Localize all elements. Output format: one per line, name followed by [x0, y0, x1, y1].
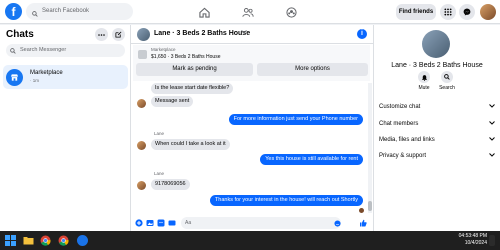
chat-item-name: Marketplace [30, 70, 63, 76]
find-friends-button[interactable]: Find friends [396, 4, 436, 20]
search-icon [10, 47, 16, 60]
details-name: Lane · 3 Beds 2 Baths House [391, 62, 483, 69]
media-files-links-label: Media, files and links [379, 137, 435, 143]
messenger-search-placeholder: Search Messenger [20, 47, 67, 53]
chevron-down-icon [489, 137, 495, 143]
listing-thumbnail[interactable] [138, 50, 147, 59]
search-icon [441, 71, 453, 83]
conversation-title[interactable]: Lane · 3 Beds 2 Baths House [154, 30, 250, 37]
plus-icon[interactable] [135, 219, 143, 227]
privacy-support-label: Privacy & support [379, 153, 427, 159]
windows-start-icon[interactable] [5, 235, 16, 246]
sticker-icon[interactable] [157, 219, 165, 227]
message-sender: Lane [154, 131, 165, 136]
profile-avatar[interactable] [480, 4, 496, 20]
emoji-icon[interactable] [333, 219, 341, 227]
mute-button[interactable]: Mute [413, 71, 435, 91]
more-options-button[interactable]: More options [257, 63, 368, 76]
marketplace-icon [6, 69, 23, 86]
groups-icon[interactable] [283, 4, 299, 20]
details-avatar[interactable] [422, 30, 450, 58]
listing-source: Marketplace [151, 47, 176, 52]
message-outgoing: Thanks for your interest in the house! w… [209, 195, 363, 206]
conversation-scrollbar[interactable] [368, 83, 372, 213]
clock-time: 04:53:48 PM [458, 233, 487, 239]
mute-label: Mute [418, 85, 430, 91]
more-options-icon[interactable] [95, 28, 108, 41]
image-icon[interactable] [146, 219, 154, 227]
system-clock[interactable]: 04:53:48 PM 10/4/2024 [447, 233, 487, 247]
app-icon[interactable] [77, 235, 88, 246]
message-outgoing: Yes this house is still available for re… [260, 154, 363, 165]
chat-item-time: · 1m [30, 78, 39, 83]
message-outgoing: For more information just send your Phon… [228, 114, 363, 125]
gif-icon[interactable] [168, 219, 176, 227]
scrollbar-thumb[interactable] [368, 201, 372, 211]
chevron-down-icon [489, 121, 495, 127]
file-explorer-icon[interactable] [23, 235, 34, 246]
conversation-details-panel: Lane · 3 Beds 2 Baths House Mute Search … [374, 25, 500, 231]
message-incoming: When could I take a look at it [151, 139, 230, 150]
sender-avatar [137, 141, 146, 150]
chevron-down-icon [489, 153, 495, 159]
home-icon[interactable] [196, 4, 212, 20]
customize-chat-label: Customize chat [379, 104, 421, 110]
chrome-icon[interactable] [40, 235, 51, 246]
customize-chat-row[interactable]: Customize chat [379, 104, 495, 110]
search-placeholder: Search Facebook [42, 8, 90, 14]
bell-icon [418, 71, 430, 83]
windows-taskbar: 04:53:48 PM 10/4/2024 [0, 231, 500, 250]
chevron-down-icon[interactable] [241, 30, 247, 36]
conversation-avatar[interactable] [137, 28, 150, 41]
message-incoming: Message sent [151, 96, 194, 107]
sender-avatar [137, 181, 146, 190]
new-message-icon[interactable] [112, 28, 125, 41]
chat-item-marketplace[interactable]: Marketplace · 1m [3, 65, 128, 89]
message-incoming: Is the lease start date flexible? [151, 83, 234, 94]
show-desktop-button[interactable] [489, 235, 495, 246]
like-icon[interactable] [359, 219, 367, 227]
marketplace-listing-card: Marketplace $1,650 · 3 Beds 2 Baths Hous… [133, 45, 370, 81]
search-conversation-button[interactable]: Search [436, 71, 458, 91]
chats-sidebar: Chats Search Messenger Marketplace · 1m [0, 25, 131, 231]
chevron-down-icon [489, 104, 495, 110]
top-navigation-bar: f Search Facebook Find friends [0, 0, 500, 24]
seen-avatar [359, 208, 364, 213]
message-composer: Aa [131, 215, 374, 231]
chat-members-row[interactable]: Chat members [379, 121, 495, 127]
facebook-search-input[interactable]: Search Facebook [26, 3, 133, 20]
chrome-icon[interactable] [58, 235, 69, 246]
messenger-search-input[interactable]: Search Messenger [6, 44, 125, 57]
menu-grid-icon[interactable] [440, 4, 456, 20]
mark-as-pending-button[interactable]: Mark as pending [136, 63, 253, 76]
search-icon [32, 8, 38, 25]
conversation-header: Lane · 3 Beds 2 Baths House i [131, 25, 374, 44]
chat-members-label: Chat members [379, 121, 419, 127]
friends-icon[interactable] [240, 4, 256, 20]
clock-date: 10/4/2024 [464, 240, 487, 246]
listing-price: $1,650 · 3 Beds 2 Baths House [151, 54, 221, 60]
media-files-links-row[interactable]: Media, files and links [379, 137, 495, 143]
conversation-panel: Lane · 3 Beds 2 Baths House i Marketplac… [131, 25, 374, 231]
message-sender: Lane [154, 171, 165, 176]
privacy-support-row[interactable]: Privacy & support [379, 153, 495, 159]
messenger-icon[interactable] [459, 4, 475, 20]
sender-avatar [137, 99, 146, 108]
message-incoming: 9178069056 [151, 179, 190, 190]
chats-title: Chats [6, 29, 34, 40]
message-input[interactable]: Aa [181, 217, 341, 229]
search-label: Search [439, 85, 455, 91]
info-icon[interactable]: i [357, 29, 367, 39]
facebook-logo[interactable]: f [5, 3, 22, 20]
